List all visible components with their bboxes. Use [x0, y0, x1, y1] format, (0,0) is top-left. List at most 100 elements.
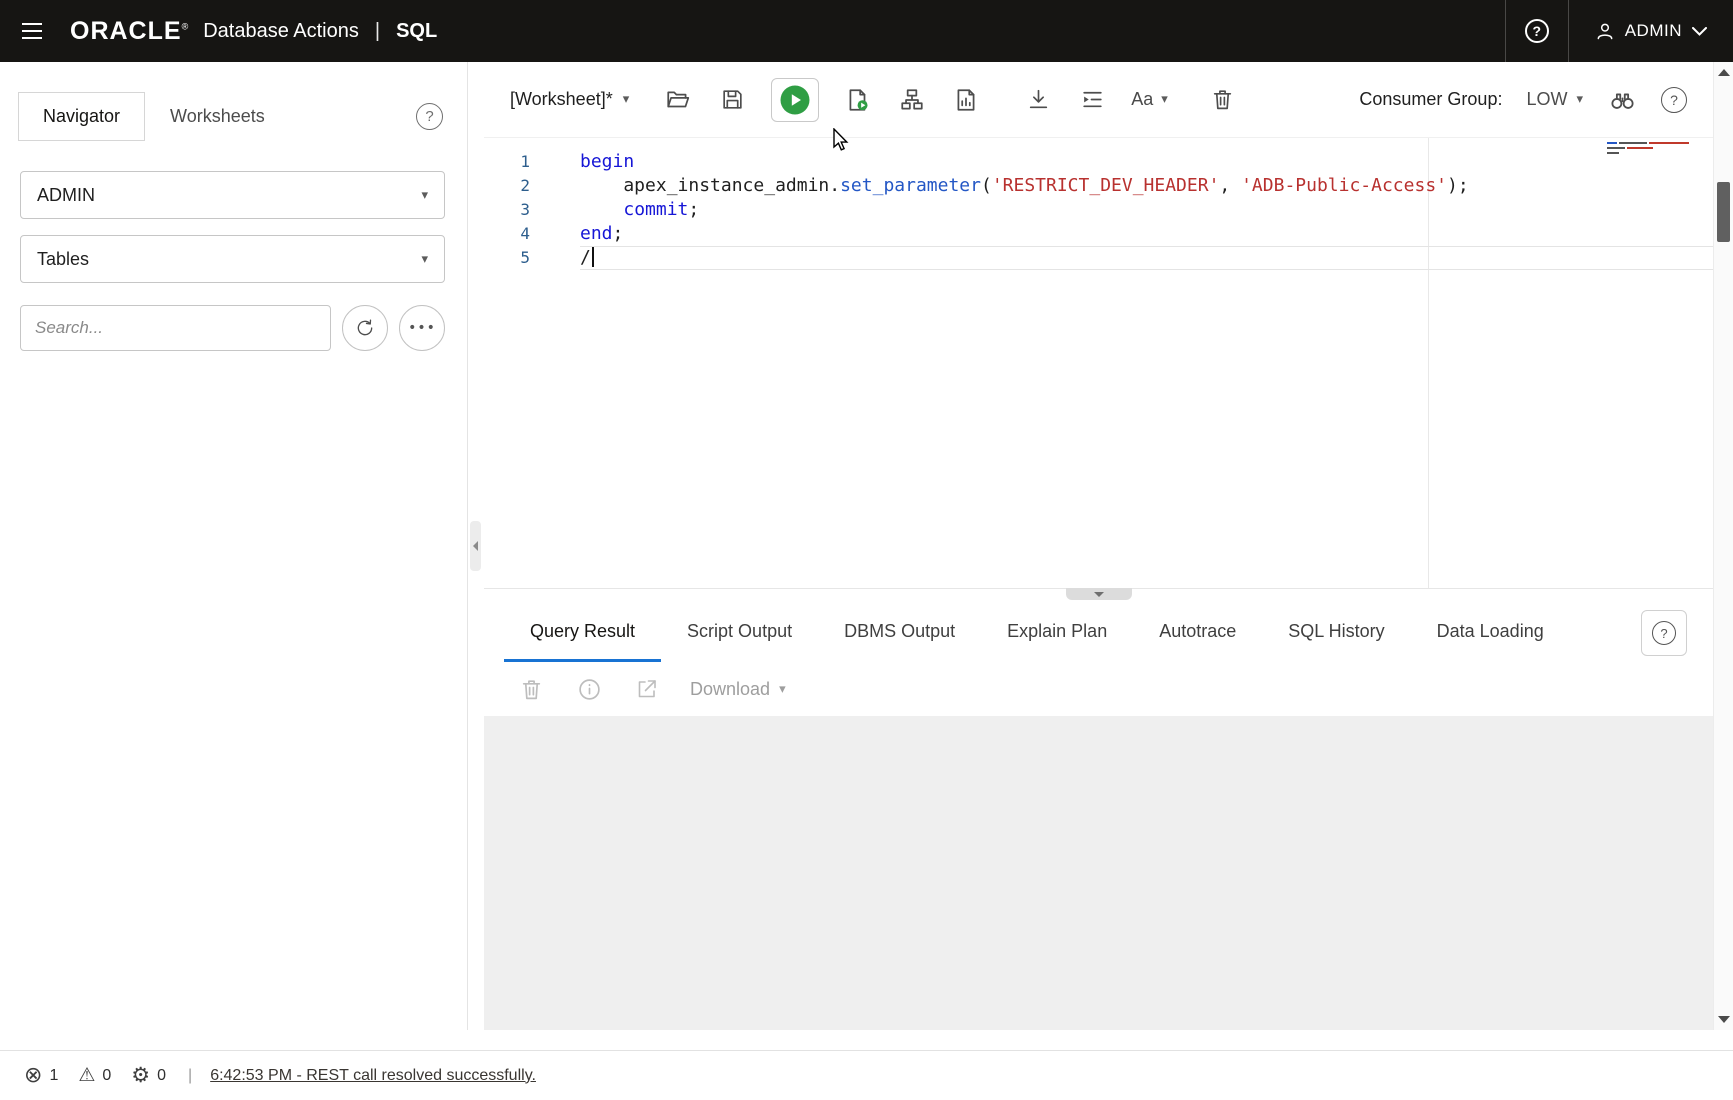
- chevron-down-icon: ▾: [421, 188, 428, 203]
- worksheet-help-button[interactable]: ?: [1661, 87, 1687, 113]
- worksheet-name: [Worksheet]*: [510, 89, 613, 110]
- app-window: ORACLE® Database Actions | SQL ? ADMIN N…: [0, 0, 1733, 1100]
- more-actions-button[interactable]: •••: [399, 305, 445, 351]
- font-size-label: Aa: [1131, 89, 1153, 110]
- status-message-link[interactable]: 6:42:53 PM - REST call resolved successf…: [210, 1067, 536, 1085]
- splitter-collapse-handle[interactable]: [470, 521, 481, 571]
- chevron-down-icon: ▾: [1576, 92, 1583, 107]
- open-file-button[interactable]: [663, 85, 693, 115]
- chevron-down-icon: ▾: [623, 92, 630, 107]
- download-icon: [1026, 87, 1051, 112]
- search-input[interactable]: [20, 305, 331, 351]
- status-bar: ⊗ 1 ⚠ 0 ⚙ 0 | 6:42:53 PM - REST call res…: [0, 1050, 1733, 1100]
- output-info-button[interactable]: [574, 674, 604, 704]
- consumer-group-value: LOW: [1526, 89, 1567, 110]
- chevron-down-icon: ▾: [421, 252, 428, 267]
- schema-select-value: ADMIN: [37, 185, 95, 206]
- query-result-area: [484, 716, 1713, 1030]
- result-toolbar: Download ▾: [484, 662, 1713, 716]
- error-count: 1: [49, 1067, 58, 1085]
- line-number: 3: [484, 198, 530, 222]
- tab-autotrace[interactable]: Autotrace: [1133, 604, 1262, 662]
- font-size-button[interactable]: Aa ▾: [1131, 89, 1168, 110]
- code-line-2[interactable]: apex_instance_admin.set_parameter('RESTR…: [580, 174, 1713, 198]
- vertical-splitter[interactable]: [468, 62, 484, 1030]
- run-statement-button[interactable]: [771, 78, 819, 122]
- code-editor[interactable]: 12345 begin apex_instance_admin.set_para…: [484, 138, 1713, 588]
- navigator-tabs: NavigatorWorksheets: [18, 92, 290, 141]
- main-area: NavigatorWorksheets ? ADMIN ▾ Tables ▾: [0, 62, 1733, 1050]
- tours-button[interactable]: [1607, 85, 1637, 115]
- error-counter[interactable]: ⊗ 1: [24, 1065, 58, 1087]
- chevron-down-icon: ▾: [1161, 92, 1168, 107]
- line-number: 4: [484, 222, 530, 246]
- consumer-group-select[interactable]: LOW ▾: [1526, 89, 1583, 110]
- scroll-up-arrow[interactable]: [1718, 69, 1730, 76]
- object-type-select[interactable]: Tables ▾: [20, 235, 445, 283]
- help-icon: ?: [425, 108, 433, 125]
- refresh-icon: [355, 318, 375, 338]
- product-title: Database Actions: [203, 20, 359, 43]
- trash-icon: [519, 677, 544, 702]
- page-scrollbar[interactable]: [1713, 62, 1733, 1030]
- trash-icon: [1210, 87, 1235, 112]
- explain-plan-icon: [899, 87, 925, 113]
- tab-explain-plan[interactable]: Explain Plan: [981, 604, 1133, 662]
- code-line-1[interactable]: begin: [580, 150, 1713, 174]
- user-icon: [1595, 21, 1615, 41]
- clear-output-button[interactable]: [516, 674, 546, 704]
- open-in-new-button[interactable]: [632, 674, 662, 704]
- tab-data-loading[interactable]: Data Loading: [1411, 604, 1570, 662]
- run-script-icon: [845, 87, 871, 113]
- collapse-left-icon: [473, 541, 478, 551]
- result-tabs: Query ResultScript OutputDBMS OutputExpl…: [504, 604, 1570, 662]
- tab-sql-history[interactable]: SQL History: [1262, 604, 1410, 662]
- tab-script-output[interactable]: Script Output: [661, 604, 818, 662]
- header: ORACLE® Database Actions | SQL ? ADMIN: [0, 0, 1733, 62]
- download-editor-button[interactable]: [1023, 85, 1053, 115]
- chevron-down-icon: [1692, 27, 1707, 36]
- tab-query-result[interactable]: Query Result: [504, 604, 661, 662]
- process-counter[interactable]: ⚙ 0: [131, 1065, 166, 1086]
- schema-select[interactable]: ADMIN ▾: [20, 171, 445, 219]
- code-lines[interactable]: begin apex_instance_admin.set_parameter(…: [550, 138, 1713, 588]
- scrollbar-thumb[interactable]: [1717, 182, 1730, 242]
- consumer-group-label: Consumer Group:: [1359, 89, 1502, 110]
- nav-tab-navigator[interactable]: Navigator: [18, 92, 145, 141]
- result-help-button[interactable]: ?: [1641, 610, 1687, 656]
- user-name: ADMIN: [1625, 21, 1682, 41]
- navigator-help-button[interactable]: ?: [416, 103, 443, 130]
- tab-dbms-output[interactable]: DBMS Output: [818, 604, 981, 662]
- worksheet-toolbar: [Worksheet]* ▾: [484, 62, 1713, 138]
- hamburger-menu-icon[interactable]: [0, 0, 64, 62]
- panel-collapse-handle[interactable]: [1066, 588, 1132, 600]
- code-line-3[interactable]: commit;: [580, 198, 1713, 222]
- nav-tab-worksheets[interactable]: Worksheets: [145, 92, 290, 141]
- folder-open-icon: [665, 87, 691, 113]
- horizontal-splitter[interactable]: [484, 588, 1713, 604]
- warning-counter[interactable]: ⚠ 0: [78, 1066, 111, 1085]
- download-result-button[interactable]: Download ▾: [690, 679, 786, 700]
- run-script-button[interactable]: [843, 85, 873, 115]
- worksheet-name-dropdown[interactable]: [Worksheet]* ▾: [510, 89, 629, 110]
- explain-plan-button[interactable]: [897, 85, 927, 115]
- registered-mark: ®: [182, 21, 190, 31]
- user-menu-button[interactable]: ADMIN: [1569, 0, 1733, 62]
- run-play-icon: [780, 85, 810, 115]
- code-line-5[interactable]: /: [580, 246, 1713, 270]
- format-icon: [1080, 87, 1105, 112]
- code-line-4[interactable]: end;: [580, 222, 1713, 246]
- binoculars-icon: [1609, 86, 1636, 113]
- scroll-down-arrow[interactable]: [1718, 1016, 1730, 1023]
- ellipsis-icon: •••: [408, 320, 436, 336]
- header-help-button[interactable]: ?: [1506, 0, 1568, 62]
- save-button[interactable]: [717, 85, 747, 115]
- line-number: 2: [484, 174, 530, 198]
- autotrace-button[interactable]: [951, 85, 981, 115]
- gear-icon: ⚙: [131, 1065, 150, 1086]
- clear-worksheet-button[interactable]: [1208, 85, 1238, 115]
- text-cursor: [592, 247, 594, 267]
- oracle-logo: ORACLE®: [70, 17, 189, 46]
- refresh-button[interactable]: [342, 305, 388, 351]
- format-button[interactable]: [1077, 85, 1107, 115]
